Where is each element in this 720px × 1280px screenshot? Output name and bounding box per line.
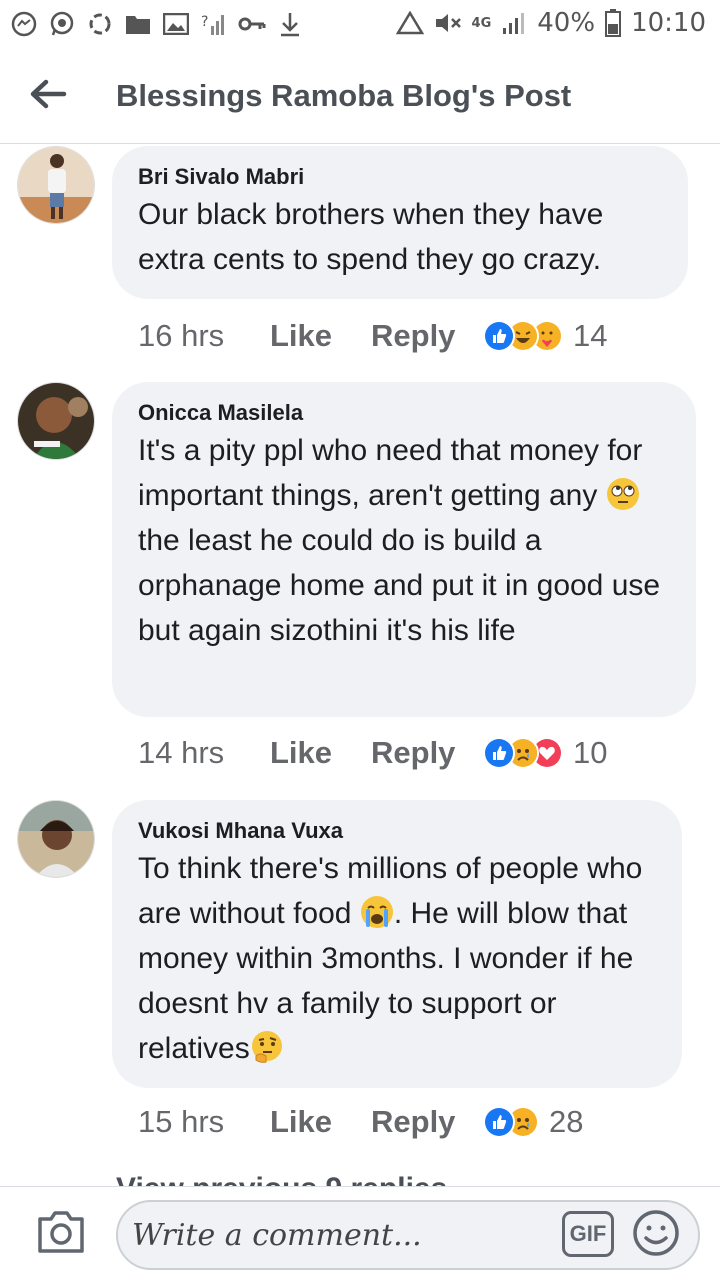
comment-text-part: It's a pity ppl who need that money for …: [138, 434, 643, 512]
mute-icon: [434, 11, 462, 35]
status-bar: ? 4G 40% 10:10: [0, 0, 720, 50]
svg-text:?: ?: [201, 14, 208, 30]
page-title: Blessings Ramoba Blog's Post: [116, 78, 572, 113]
gif-button[interactable]: GIF: [562, 1211, 614, 1257]
crying-emoji-icon: [360, 895, 394, 929]
comment-actions: 16 hrs Like Reply 14: [138, 318, 607, 354]
reaction-summary[interactable]: 10: [483, 735, 607, 771]
reaction-summary[interactable]: 28: [483, 1104, 583, 1140]
messenger-icon: [10, 10, 38, 38]
clock: 10:10: [631, 8, 706, 38]
comment-bubble[interactable]: Bri Sivalo Mabri Our black brothers when…: [112, 146, 688, 299]
network-type: 4G: [471, 15, 492, 31]
like-button[interactable]: Like: [270, 735, 371, 771]
comment-list[interactable]: Bri Sivalo Mabri Our black brothers when…: [0, 144, 720, 1186]
reaction-count: 14: [573, 318, 608, 353]
like-button[interactable]: Like: [270, 318, 371, 354]
back-arrow-icon[interactable]: [28, 74, 68, 114]
camera-icon[interactable]: [36, 1209, 86, 1255]
reaction-count: 10: [573, 735, 608, 770]
like-reaction-icon: [483, 1106, 515, 1138]
comment-composer: GIF: [0, 1186, 720, 1280]
like-button[interactable]: Like: [270, 1104, 371, 1140]
comment-timestamp[interactable]: 16 hrs: [138, 318, 270, 354]
comment-bubble[interactable]: Onicca Masilela It's a pity ppl who need…: [112, 382, 696, 717]
comment-timestamp[interactable]: 15 hrs: [138, 1104, 270, 1140]
whatsapp-icon: [48, 10, 76, 38]
sync-icon: [86, 10, 114, 38]
comment-actions: 14 hrs Like Reply 10: [138, 735, 607, 771]
battery-percent: 40%: [537, 8, 596, 38]
no-signal-icon: ?: [200, 10, 228, 38]
system-status: 4G 40% 10:10: [395, 8, 706, 38]
folder-icon: [124, 10, 152, 38]
reply-button[interactable]: Reply: [371, 1104, 483, 1140]
key-icon: [238, 10, 266, 38]
app-header: Blessings Ramoba Blog's Post: [0, 50, 720, 144]
comment-author[interactable]: Bri Sivalo Mabri: [138, 162, 662, 192]
comment-text: It's a pity ppl who need that money for …: [138, 428, 670, 653]
comment-text-part: the least he could do is build a orphana…: [138, 524, 661, 647]
view-previous-replies-link[interactable]: View previous 9 replies: [116, 1172, 447, 1186]
comment-bubble[interactable]: Vukosi Mhana Vuxa To think there's milli…: [112, 800, 682, 1088]
gallery-icon: [162, 10, 190, 38]
avatar[interactable]: [17, 800, 95, 878]
avatar[interactable]: [17, 146, 95, 224]
like-reaction-icon: [483, 320, 515, 352]
comment-author[interactable]: Onicca Masilela: [138, 398, 670, 428]
reply-button[interactable]: Reply: [371, 318, 483, 354]
comment-text: Our black brothers when they have extra …: [138, 198, 604, 276]
notification-icons: ?: [10, 10, 304, 38]
data-saver-icon: [395, 11, 424, 35]
comment-actions: 15 hrs Like Reply 28: [138, 1104, 583, 1140]
reaction-summary[interactable]: 14: [483, 318, 607, 354]
signal-icon: [501, 11, 527, 35]
like-reaction-icon: [483, 737, 515, 769]
comment-author[interactable]: Vukosi Mhana Vuxa: [138, 816, 656, 846]
download-icon: [276, 10, 304, 38]
avatar[interactable]: [17, 382, 95, 460]
comment-timestamp[interactable]: 14 hrs: [138, 735, 270, 771]
thinking-emoji-icon: [250, 1030, 284, 1064]
comment-text: To think there's millions of people who …: [138, 846, 656, 1071]
reply-button[interactable]: Reply: [371, 735, 483, 771]
battery-icon: [605, 9, 622, 37]
reaction-count: 28: [549, 1104, 584, 1139]
emoji-picker-icon[interactable]: [632, 1209, 680, 1257]
eye-roll-emoji-icon: [606, 477, 640, 511]
